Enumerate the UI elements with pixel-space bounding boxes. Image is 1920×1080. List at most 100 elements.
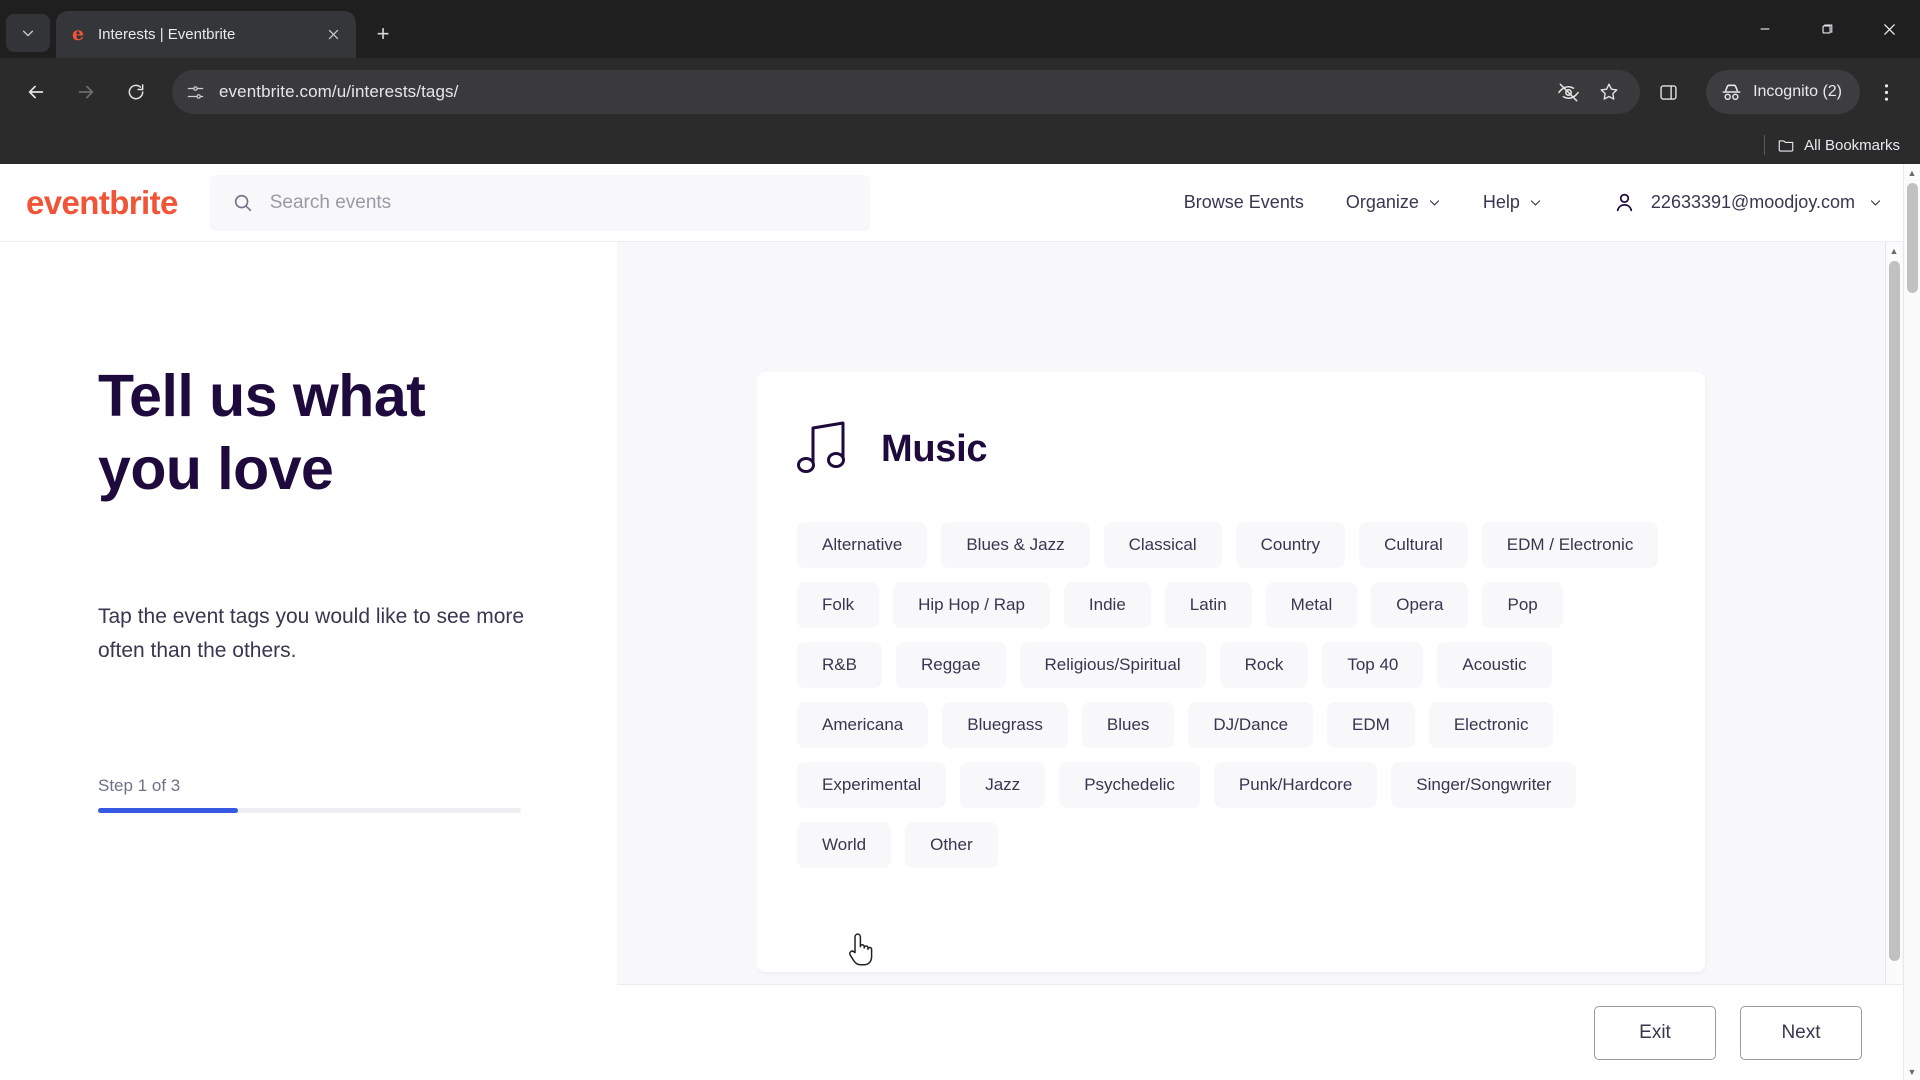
tag-chip[interactable]: Hip Hop / Rap <box>893 582 1050 628</box>
card-scroll-area[interactable]: Music Alternative Blues & Jazz Classical… <box>757 372 1886 1065</box>
card-scrollbar-thumb[interactable] <box>1888 261 1900 961</box>
tag-chip[interactable]: Alternative <box>797 522 928 568</box>
tag-chip[interactable]: EDM <box>1327 702 1415 748</box>
nav-label: Organize <box>1345 192 1419 212</box>
nav-help[interactable]: Help <box>1483 192 1542 213</box>
tag-chip[interactable]: R&B <box>797 642 882 688</box>
tag-chip[interactable]: Reggae <box>895 642 1006 688</box>
incognito-profile-chip[interactable]: Incognito (2) <box>1706 70 1860 114</box>
account-email: 22633391@moodjoy.com <box>1650 192 1855 212</box>
page-scrollbar-track[interactable] <box>1904 181 1920 1063</box>
tag-chip[interactable]: Folk <box>797 582 880 628</box>
search-input[interactable]: Search events <box>209 174 870 231</box>
tag-chip[interactable]: Opera <box>1371 582 1469 628</box>
intro-pane: Tell us what you love Tap the event tags… <box>0 242 617 1080</box>
tag-chip[interactable]: Blues & Jazz <box>941 522 1090 568</box>
card-scrollbar[interactable]: ▲ ▼ <box>1885 242 1902 1080</box>
chevron-down-icon <box>22 30 34 37</box>
close-window-button[interactable] <box>1858 0 1920 58</box>
tag-chip[interactable]: Acoustic <box>1437 642 1552 688</box>
tag-chip[interactable]: Country <box>1235 522 1346 568</box>
tag-chip[interactable]: Cultural <box>1359 522 1468 568</box>
tag-chip[interactable]: Singer/Songwriter <box>1391 762 1577 808</box>
eye-slash-icon[interactable] <box>1557 81 1580 104</box>
url-text[interactable]: eventbrite.com/u/interests/tags/ <box>219 82 1543 102</box>
address-bar[interactable]: eventbrite.com/u/interests/tags/ <box>172 70 1641 114</box>
exit-button[interactable]: Exit <box>1594 1005 1716 1060</box>
side-panel-icon[interactable] <box>1646 70 1690 114</box>
tag-chip[interactable]: Rock <box>1219 642 1309 688</box>
reload-icon[interactable] <box>114 70 158 114</box>
tag-row: Experimental Jazz Psychedelic Punk/Hardc… <box>797 762 1665 808</box>
bookmarks-bar: All Bookmarks <box>0 126 1920 164</box>
step-progress: Step 1 of 3 <box>98 776 521 813</box>
tag-chip[interactable]: Blues <box>1081 702 1175 748</box>
tag-row: Folk Hip Hop / Rap Indie Latin Metal Ope… <box>797 582 1665 628</box>
tag-chip[interactable]: World <box>797 822 892 868</box>
all-bookmarks-button[interactable]: All Bookmarks <box>1777 136 1900 154</box>
page-title: Tell us what you love <box>98 360 528 506</box>
scroll-down-arrow-icon[interactable]: ▼ <box>1904 1063 1920 1080</box>
tag-chip[interactable]: Americana <box>797 702 929 748</box>
nav-organize[interactable]: Organize <box>1346 192 1441 213</box>
tag-chip[interactable]: Latin <box>1164 582 1252 628</box>
maximize-button[interactable] <box>1796 0 1858 58</box>
scroll-up-arrow-icon[interactable]: ▲ <box>1904 164 1920 181</box>
tab-title: Interests | Eventbrite <box>98 26 236 43</box>
tag-chip[interactable]: Indie <box>1063 582 1151 628</box>
tag-chip[interactable]: Experimental <box>797 762 947 808</box>
star-icon[interactable] <box>1598 81 1620 103</box>
next-button[interactable]: Next <box>1740 1005 1862 1060</box>
tab-search-button[interactable] <box>6 14 50 52</box>
folder-icon <box>1778 140 1794 152</box>
tab-strip: e Interests | Eventbrite + <box>0 0 1920 58</box>
page-scrollbar-thumb[interactable] <box>1906 183 1918 293</box>
tag-chip[interactable]: Jazz <box>960 762 1046 808</box>
tag-chip[interactable]: Electronic <box>1428 702 1554 748</box>
intro-subtext: Tap the event tags you would like to see… <box>98 605 525 662</box>
tag-row: World Other <box>797 822 1665 868</box>
forward-arrow-icon <box>64 70 108 114</box>
tag-chip[interactable]: Pop <box>1482 582 1563 628</box>
chevron-down-icon <box>1870 200 1881 206</box>
bookmarks-divider <box>1764 135 1766 155</box>
page-scrollbar[interactable]: ▲ ▼ <box>1903 164 1920 1080</box>
music-category-card: Music Alternative Blues & Jazz Classical… <box>757 372 1705 972</box>
site-settings-icon[interactable] <box>186 83 205 102</box>
eventbrite-logo[interactable]: eventbrite <box>26 184 178 222</box>
card-scrollbar-track[interactable] <box>1886 259 1902 1063</box>
incognito-hat-icon <box>1722 84 1741 100</box>
tag-row: R&B Reggae Religious/Spiritual Rock Top … <box>797 642 1665 688</box>
tag-chip[interactable]: Punk/Hardcore <box>1213 762 1378 808</box>
tag-chip[interactable]: Metal <box>1265 582 1358 628</box>
kebab-menu-icon[interactable] <box>1866 70 1906 114</box>
page-viewport: eventbrite Search events Browse Events O… <box>0 164 1920 1080</box>
tag-chip[interactable]: EDM / Electronic <box>1481 522 1659 568</box>
chevron-down-icon <box>1429 200 1440 206</box>
page-content: Tell us what you love Tap the event tags… <box>0 242 1920 1080</box>
all-bookmarks-label: All Bookmarks <box>1804 136 1900 154</box>
browser-tab[interactable]: e Interests | Eventbrite <box>56 11 356 58</box>
tag-chip[interactable]: Bluegrass <box>942 702 1068 748</box>
main-nav: Browse Events Organize Help 22633391@moo… <box>1184 190 1896 215</box>
new-tab-button[interactable]: + <box>366 17 400 51</box>
close-tab-icon[interactable] <box>322 24 344 46</box>
back-arrow-icon[interactable] <box>14 70 58 114</box>
nav-browse-events[interactable]: Browse Events <box>1184 192 1304 213</box>
progress-fill <box>98 807 238 813</box>
minimize-button[interactable] <box>1734 0 1796 58</box>
avatar <box>1616 193 1633 212</box>
account-menu[interactable]: 22633391@moodjoy.com <box>1612 190 1882 215</box>
tag-chip[interactable]: Religious/Spiritual <box>1019 642 1206 688</box>
card-title: Music <box>881 427 988 470</box>
music-note-icon <box>797 421 845 473</box>
tag-chip[interactable]: Other <box>905 822 998 868</box>
tag-chip[interactable]: Top 40 <box>1322 642 1424 688</box>
scroll-up-arrow-icon[interactable]: ▲ <box>1886 242 1903 259</box>
tag-chip[interactable]: DJ/Dance <box>1188 702 1314 748</box>
headline-line-1: Tell us what <box>98 363 426 429</box>
tag-chip[interactable]: Psychedelic <box>1059 762 1200 808</box>
progress-track <box>98 807 521 813</box>
tag-chip[interactable]: Classical <box>1103 522 1222 568</box>
eventbrite-favicon: e <box>71 23 85 45</box>
